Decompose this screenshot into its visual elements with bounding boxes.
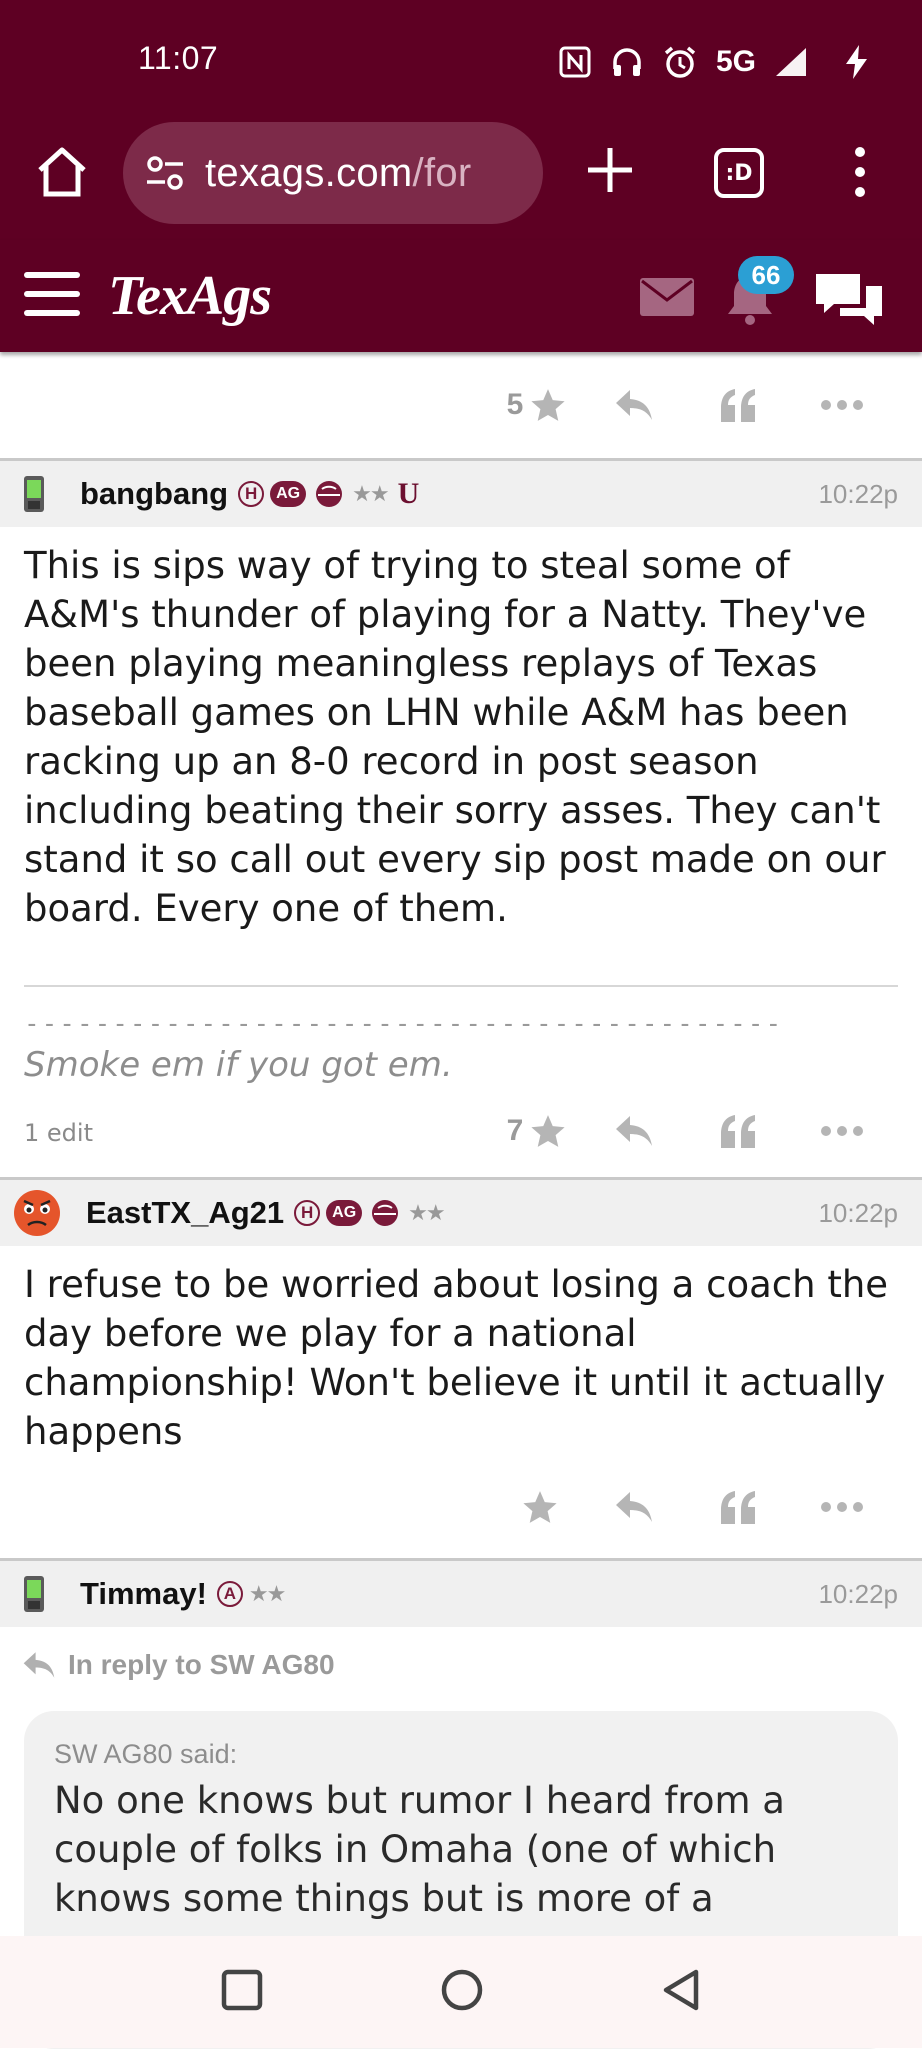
- quote-icon: [721, 389, 755, 422]
- post-time[interactable]: 10:22p: [818, 479, 898, 510]
- more-button[interactable]: [790, 1101, 894, 1161]
- stars-icon: ★★: [352, 481, 389, 507]
- post-header: bangbang H AG ★★ U 10:22p: [0, 458, 922, 527]
- quote-button[interactable]: [686, 1101, 790, 1161]
- alarm-icon: [662, 44, 698, 80]
- avatar[interactable]: [22, 1574, 46, 1614]
- more-button[interactable]: [790, 375, 894, 435]
- status-bar: 11:07 5G: [0, 0, 922, 120]
- star-count: 5: [506, 388, 524, 421]
- helmet-icon: [372, 1200, 399, 1226]
- avatar[interactable]: [12, 1188, 62, 1238]
- url-bar[interactable]: texags.com/for: [123, 122, 543, 224]
- charging-icon: [844, 44, 870, 80]
- hamburger-icon[interactable]: [24, 272, 80, 316]
- new-tab-icon[interactable]: [584, 144, 636, 196]
- ag-badge-icon: AG: [270, 481, 307, 507]
- quote-button[interactable]: [686, 375, 790, 435]
- reply-to-link[interactable]: In reply to SW AG80: [0, 1627, 922, 1681]
- edit-count[interactable]: 1 edit: [24, 1119, 93, 1147]
- star-icon: [523, 1491, 557, 1523]
- signature: Smoke em if you got em.: [24, 1045, 453, 1085]
- signal-icon: [774, 46, 808, 78]
- avatar[interactable]: [22, 474, 46, 514]
- signature-divider: [24, 985, 898, 987]
- stars-icon: ★★: [408, 1200, 445, 1226]
- user-badges: H AG ★★ U: [238, 477, 419, 511]
- quote-button[interactable]: [686, 1477, 790, 1537]
- quote-text: No one knows but rumor I heard from a co…: [54, 1779, 785, 1920]
- reply-icon: [616, 1492, 652, 1522]
- more-icon: [821, 1502, 863, 1512]
- username[interactable]: bangbang: [80, 476, 228, 512]
- star-button[interactable]: 5: [492, 375, 582, 435]
- star-button[interactable]: 7: [492, 1101, 582, 1161]
- post-header: EastTX_Ag21 H AG ★★ 10:22p: [0, 1177, 922, 1246]
- headphones-icon: [610, 45, 644, 79]
- a-badge-icon: A: [216, 1581, 243, 1607]
- thread-content: 5 bangbang H AG ★★ U 10:22p This is sips…: [0, 352, 922, 2049]
- h-badge-icon: H: [238, 481, 265, 507]
- reply-button[interactable]: [582, 1101, 686, 1161]
- reply-arrow-icon: [23, 1652, 55, 1678]
- helmet-icon: [316, 481, 343, 507]
- post-action-bar: [0, 1456, 922, 1558]
- more-button[interactable]: [790, 1477, 894, 1537]
- status-time: 11:07: [138, 40, 219, 76]
- username[interactable]: EastTX_Ag21: [86, 1195, 284, 1231]
- network-type: 5G: [715, 45, 756, 78]
- star-icon: [531, 1115, 565, 1147]
- overflow-menu-icon[interactable]: [850, 142, 870, 202]
- nfc-icon: [558, 45, 592, 79]
- post-action-bar: 1 edit 7: [0, 1085, 922, 1177]
- site-logo[interactable]: TexAgs: [108, 264, 272, 328]
- star-count: 7: [506, 1114, 524, 1147]
- home-icon[interactable]: [32, 142, 92, 202]
- reply-icon: [616, 1116, 652, 1146]
- quote-icon: [721, 1115, 755, 1148]
- status-icons: 5G: [558, 40, 870, 84]
- quote-author[interactable]: SW AG80 said:: [54, 1739, 868, 1770]
- h-badge-icon: H: [294, 1200, 321, 1226]
- post-body: This is sips way of trying to steal some…: [24, 544, 886, 930]
- more-icon: [821, 1126, 863, 1136]
- recents-icon[interactable]: [220, 1968, 264, 2012]
- home-circle-icon[interactable]: [440, 1968, 484, 2012]
- chat-icon[interactable]: [812, 270, 886, 330]
- quote-icon: [721, 1491, 755, 1524]
- ag-badge-icon: AG: [326, 1200, 363, 1226]
- post-time[interactable]: 10:22p: [818, 1579, 898, 1610]
- reply-button[interactable]: [582, 1477, 686, 1537]
- more-icon: [821, 400, 863, 410]
- post-body: I refuse to be worried about losing a co…: [24, 1263, 889, 1453]
- back-icon[interactable]: [660, 1968, 704, 2012]
- site-header: TexAgs 66: [0, 240, 922, 352]
- stars-icon: ★★: [248, 1581, 286, 1607]
- post-action-bar: 5: [0, 352, 922, 458]
- reply-to-text: In reply to SW AG80: [68, 1649, 335, 1680]
- star-button[interactable]: [492, 1477, 582, 1537]
- reply-icon: [616, 390, 652, 420]
- star-icon: [531, 389, 565, 421]
- post-header: Timmay! A ★★ 10:22p: [0, 1558, 922, 1627]
- user-badges: A ★★: [216, 1581, 286, 1607]
- notification-badge[interactable]: 66: [738, 256, 794, 294]
- system-nav-bar: [0, 1936, 922, 2048]
- reply-button[interactable]: [582, 375, 686, 435]
- site-settings-icon[interactable]: [145, 153, 185, 193]
- username[interactable]: Timmay!: [80, 1576, 207, 1612]
- signature-dashes: ----------------------------------------…: [24, 1009, 784, 1039]
- tabs-icon[interactable]: :D: [714, 148, 764, 198]
- user-badges: H AG ★★: [294, 1198, 446, 1228]
- post-time[interactable]: 10:22p: [818, 1198, 898, 1229]
- u-badge-icon: U: [397, 477, 420, 510]
- mail-icon[interactable]: [640, 278, 694, 316]
- url-text[interactable]: texags.com/for: [205, 151, 472, 196]
